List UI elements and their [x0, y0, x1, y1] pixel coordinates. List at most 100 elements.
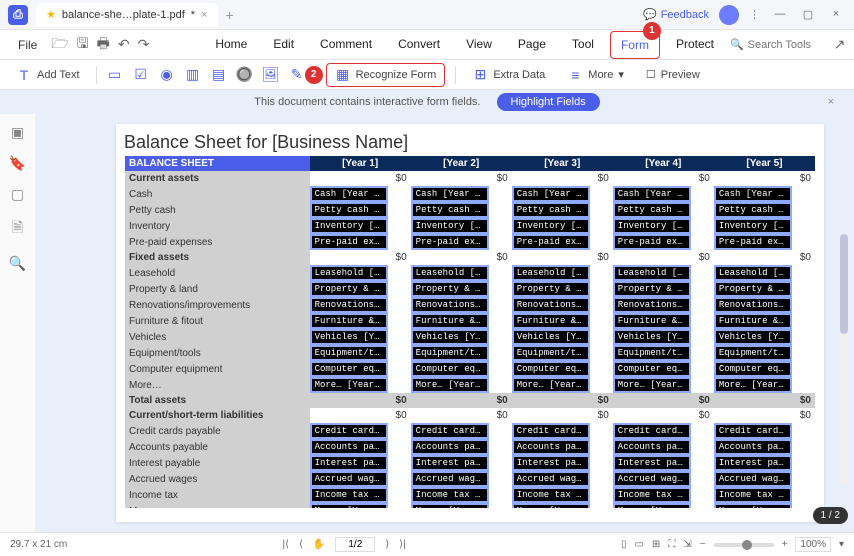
bookmarks-icon[interactable]: 🔖: [9, 155, 26, 172]
thumbnails-icon[interactable]: ▣: [11, 124, 24, 141]
form-field[interactable]: Property & land [Year: [714, 281, 792, 297]
form-field[interactable]: Cash [Year 2]: [411, 186, 489, 202]
form-field[interactable]: Credit cards paya: [310, 423, 388, 439]
form-field[interactable]: Pre-paid expenses: [411, 234, 489, 250]
kebab-menu-icon[interactable]: ⋮: [749, 8, 760, 21]
form-field[interactable]: Credit cards paya: [411, 423, 489, 439]
form-field[interactable]: Cash [Year 4]: [613, 186, 691, 202]
form-field[interactable]: Accrued wages [Year 5]: [714, 471, 792, 487]
combobox-icon[interactable]: ▥: [185, 67, 201, 83]
menu-tab-protect[interactable]: Protect: [666, 31, 724, 59]
listbox-icon[interactable]: ▤: [211, 67, 227, 83]
form-field[interactable]: Inventory [Year 2: [411, 218, 489, 234]
form-field[interactable]: Computer equipment [Yea: [714, 361, 792, 377]
form-field[interactable]: Furniture & fitou: [512, 313, 590, 329]
form-field[interactable]: Equipment/tools [: [613, 345, 691, 361]
form-field[interactable]: Leasehold [Year 5]: [714, 265, 792, 281]
form-field[interactable]: Accrued wages [Ye: [512, 471, 590, 487]
form-field[interactable]: Income tax [Year: [310, 487, 388, 503]
form-field[interactable]: Inventory [Year 5]: [714, 218, 792, 234]
form-field[interactable]: Property & land [: [411, 281, 489, 297]
zoom-value[interactable]: 100%: [795, 537, 831, 552]
form-field[interactable]: Renovations/impro: [411, 297, 489, 313]
document-viewport[interactable]: W Balance Sheet for [Business Name] BALA…: [36, 114, 854, 532]
form-field[interactable]: Pre-paid expenses: [613, 234, 691, 250]
user-avatar-icon[interactable]: [719, 5, 739, 25]
form-field[interactable]: Income tax [Year: [512, 487, 590, 503]
maximize-icon[interactable]: ▢: [798, 8, 818, 21]
form-field[interactable]: More… [Year 5]: [714, 377, 792, 393]
form-field[interactable]: Pre-paid expenses: [310, 234, 388, 250]
form-field[interactable]: More… [Year 3]: [310, 503, 388, 508]
form-field[interactable]: Accrued wages [Ye: [411, 471, 489, 487]
highlight-fields-button[interactable]: Highlight Fields: [497, 93, 600, 111]
form-field[interactable]: Leasehold [Year 2]: [411, 265, 489, 281]
form-field[interactable]: Accounts payable: [512, 439, 590, 455]
add-text-button[interactable]: T Add Text: [10, 64, 86, 86]
form-field[interactable]: Accrued wages [Ye: [310, 471, 388, 487]
menu-tab-page[interactable]: Page: [508, 31, 556, 59]
form-field[interactable]: Renovations/impro: [512, 297, 590, 313]
undo-icon[interactable]: ↶: [118, 36, 130, 53]
form-field[interactable]: Inventory [Year 3: [512, 218, 590, 234]
form-field[interactable]: Credit cards paya: [613, 423, 691, 439]
form-field[interactable]: Interest payable [Year: [714, 455, 792, 471]
close-window-icon[interactable]: ×: [826, 8, 846, 21]
open-icon[interactable]: 🗁: [51, 33, 68, 57]
form-field[interactable]: More… [Year 3]_1: [512, 503, 590, 508]
redo-icon[interactable]: ↷: [138, 36, 150, 53]
form-field[interactable]: Renovations/impro: [613, 297, 691, 313]
form-field[interactable]: Petty cash [Year: [411, 202, 489, 218]
new-tab-button[interactable]: +: [226, 7, 234, 23]
form-field[interactable]: Leasehold [Year 3]: [512, 265, 590, 281]
search-tools[interactable]: 🔍: [730, 38, 828, 51]
menu-tab-view[interactable]: View: [456, 31, 502, 59]
more-button[interactable]: ≡ More ▾: [561, 64, 630, 86]
form-field[interactable]: More… [Year 4]_1: [613, 503, 691, 508]
form-field[interactable]: Computer equipmen: [512, 361, 590, 377]
close-tab-icon[interactable]: ×: [201, 9, 207, 21]
file-menu[interactable]: File: [10, 34, 45, 56]
form-field[interactable]: Inventory [Year 1: [310, 218, 388, 234]
form-field[interactable]: Accounts payable: [310, 439, 388, 455]
form-field[interactable]: More… [Year 3]_1: [411, 503, 489, 508]
close-infobar-icon[interactable]: ×: [828, 96, 834, 108]
form-field[interactable]: Equipment/tools [Year 5: [714, 345, 792, 361]
form-field[interactable]: More… [Year 1]: [310, 377, 388, 393]
page-number-input[interactable]: [335, 537, 375, 552]
form-field[interactable]: Property & land [: [613, 281, 691, 297]
form-field[interactable]: Renovations/improvement: [714, 297, 792, 313]
form-field[interactable]: Interest payable: [411, 455, 489, 471]
form-field[interactable]: Computer equipmen: [613, 361, 691, 377]
form-field[interactable]: Pre-paid expenses: [512, 234, 590, 250]
form-field[interactable]: Accounts payable [Year: [714, 439, 792, 455]
form-field[interactable]: Computer equipmen: [411, 361, 489, 377]
form-field[interactable]: Furniture & fitou: [613, 313, 691, 329]
form-field[interactable]: Pre-paid expenses [Year: [714, 234, 792, 250]
form-field[interactable]: Leasehold [Year 4]: [613, 265, 691, 281]
form-field[interactable]: Income tax [Year: [613, 487, 691, 503]
form-field[interactable]: More… [Year 3]: [512, 377, 590, 393]
form-field[interactable]: Petty cash [Year: [310, 202, 388, 218]
search-panel-icon[interactable]: 🔍: [9, 255, 26, 272]
form-field[interactable]: Petty cash [Year: [512, 202, 590, 218]
form-field[interactable]: Petty cash [Year 5]: [714, 202, 792, 218]
form-field[interactable]: Cash [Year 3]: [512, 186, 590, 202]
form-field[interactable]: Cash [Year 1]: [310, 186, 388, 202]
form-field[interactable]: Vehicles [Year 3]: [512, 329, 590, 345]
image-field-icon[interactable]: 🖼: [263, 67, 279, 83]
form-field[interactable]: Interest payable: [512, 455, 590, 471]
menu-tab-convert[interactable]: Convert: [388, 31, 450, 59]
share-icon[interactable]: ↗: [834, 36, 846, 53]
menu-tab-comment[interactable]: Comment: [310, 31, 382, 59]
recognize-form-button[interactable]: 2 ▦ Recognize Form: [326, 63, 446, 87]
document-tab[interactable]: ★ balance-she…plate-1.pdf * ×: [36, 3, 218, 27]
zoom-thumb[interactable]: [742, 540, 752, 550]
form-field[interactable]: Property & land [: [512, 281, 590, 297]
save-icon[interactable]: 🖫: [77, 33, 89, 57]
form-field[interactable]: Vehicles [Year 1]: [310, 329, 388, 345]
form-field[interactable]: Interest payable: [310, 455, 388, 471]
form-field[interactable]: Equipment/tools [: [310, 345, 388, 361]
form-field[interactable]: Leasehold [Year 1]: [310, 265, 388, 281]
print-icon[interactable]: 🖶: [97, 33, 110, 57]
